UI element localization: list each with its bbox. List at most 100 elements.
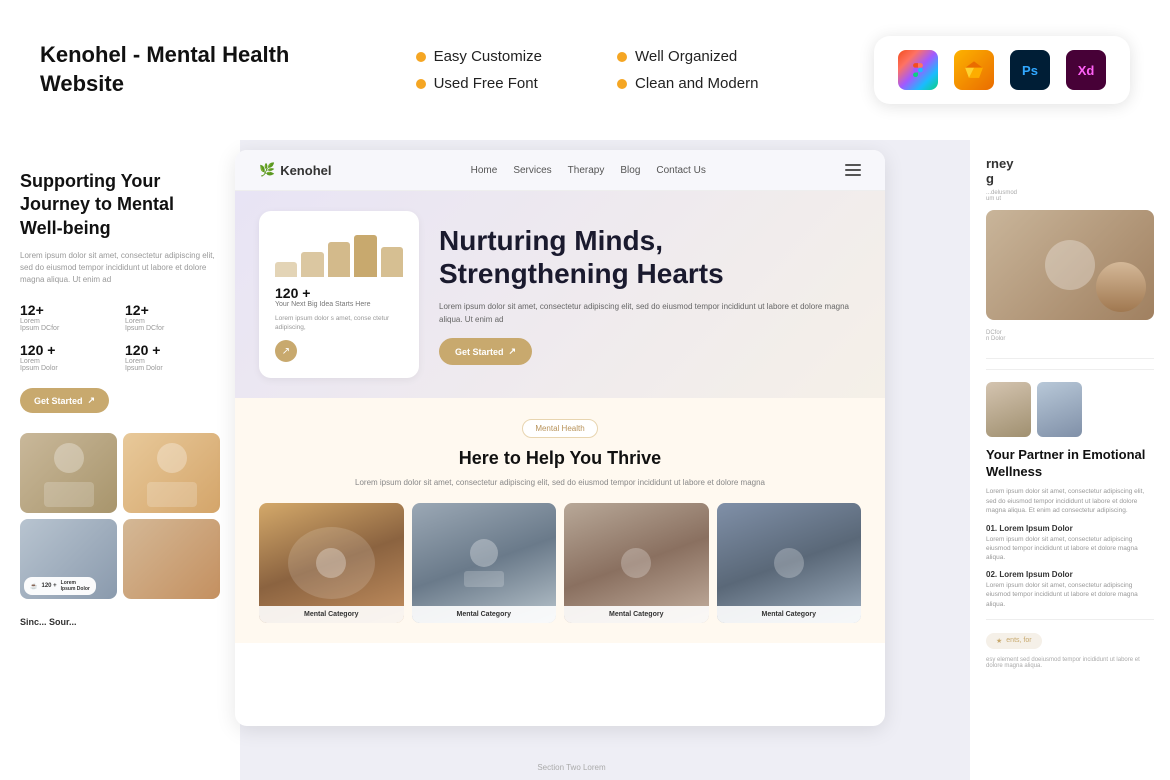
stat-num-2: 12+	[125, 302, 220, 318]
right-section-one: rneyg ...delusmodum ut DCforn Dolor	[986, 156, 1154, 342]
stat-label-4: LoremIpsum Dolor	[125, 358, 220, 372]
nav-home[interactable]: Home	[471, 165, 498, 176]
left-image-3: ☕ 120 + LoremIpsum Dolor	[20, 519, 117, 599]
right-section-two: Your Partner in Emotional Wellness Lorem…	[986, 369, 1154, 609]
badge-label: LoremIpsum Dolor	[61, 580, 90, 592]
right-partial-text: rneyg	[986, 156, 1154, 186]
feature-dot-4	[617, 79, 627, 89]
mental-text: Lorem ipsum dolor sit amet, consectetur …	[259, 477, 861, 489]
hamburger-menu[interactable]	[845, 164, 861, 176]
bar-chart	[275, 227, 403, 277]
feature-label-3: Well Organized	[635, 48, 737, 65]
bar-3	[328, 242, 350, 277]
right-section-three: ★ ents, for esy element sed doeiusmod te…	[986, 630, 1154, 669]
nav-contact[interactable]: Contact Us	[656, 165, 705, 176]
nav-services[interactable]: Services	[513, 165, 551, 176]
stat-item-3: 120 + LoremIpsum Dolor	[20, 342, 115, 372]
pill-dot: ★	[996, 637, 1002, 645]
mental-card-bg-2	[412, 503, 557, 623]
mental-card-bg-3	[564, 503, 709, 623]
site-navbar: 🌿 Kenohel Home Services Therapy Blog Con…	[235, 150, 885, 191]
get-started-label: Get Started	[455, 347, 504, 357]
stat-item-4: 120 + LoremIpsum Dolor	[125, 342, 220, 372]
mental-card-label-3: Mental Category	[564, 606, 709, 623]
left-panel-text: Lorem ipsum dolor sit amet, consectetur …	[20, 250, 220, 286]
mental-card-bg-1	[259, 503, 404, 623]
right-divider-1	[986, 358, 1154, 359]
feature-label-1: Easy Customize	[434, 48, 542, 65]
hamburger-line-3	[845, 174, 861, 176]
hamburger-line-1	[845, 164, 861, 166]
right-partial-subtext: ...delusmodum ut	[986, 190, 1154, 202]
logo-icon: 🌿	[259, 162, 275, 178]
mental-card-label-2: Mental Category	[412, 606, 557, 623]
hero-card-arrow[interactable]: ↗	[275, 340, 297, 362]
mental-card-3: Mental Category	[564, 503, 709, 623]
mental-card-1: Mental Category	[259, 503, 404, 623]
right-section-small-text: esy element sed doeiusmod tempor incidid…	[986, 657, 1154, 669]
nav-blog[interactable]: Blog	[620, 165, 640, 176]
left-image-4	[123, 519, 220, 599]
right-list-item-1: 01. Lorem Ipsum Dolor Lorem ipsum dolor …	[986, 524, 1154, 562]
right-section-body: Lorem ipsum dolor sit amet, consectetur …	[986, 487, 1154, 516]
feature-dot-1	[416, 52, 426, 62]
stat-num-4: 120 +	[125, 342, 220, 358]
human-figure-2	[1037, 382, 1082, 437]
human-figures	[986, 382, 1154, 437]
human-figure-1	[986, 382, 1031, 437]
features-list: Easy Customize Well Organized Used Free …	[416, 48, 759, 92]
right-list-num-1: 01. Lorem Ipsum Dolor	[986, 524, 1154, 533]
feature-label-4: Clean and Modern	[635, 75, 758, 92]
arrow-icon: ↗	[509, 346, 517, 357]
hero-section: 120 + Your Next Big Idea Starts Here Lor…	[235, 191, 885, 398]
get-started-button-left[interactable]: Get Started ↗	[20, 388, 109, 413]
feature-dot-2	[416, 79, 426, 89]
mental-heading: Here to Help You Thrive	[259, 448, 861, 469]
left-panel: Supporting Your Journey to Mental Well-b…	[0, 140, 240, 780]
right-list-num-2: 02. Lorem Ipsum Dolor	[986, 570, 1154, 579]
feature-label-2: Used Free Font	[434, 75, 538, 92]
feature-item-1: Easy Customize	[416, 48, 557, 65]
right-divider-2	[986, 619, 1154, 620]
mental-card-bg-4	[717, 503, 862, 623]
left-panel-title: Supporting Your Journey to Mental Well-b…	[20, 170, 220, 240]
left-image-2	[123, 433, 220, 513]
tools-badge: Ps Xd	[874, 36, 1130, 104]
feature-dot-3	[617, 52, 627, 62]
mental-card-label-1: Mental Category	[259, 606, 404, 623]
stat-label-2: LoremIpsum DCfor	[125, 318, 220, 332]
right-small-stats: DCforn Dolor	[986, 330, 1154, 342]
figma-icon[interactable]	[898, 50, 938, 90]
bar-5	[381, 247, 403, 277]
hero-card-num: 120 +	[275, 285, 403, 301]
main-area: Supporting Your Journey to Mental Well-b…	[0, 140, 1170, 780]
feature-item-4: Clean and Modern	[617, 75, 758, 92]
product-title: Kenohel - Mental Health Website	[40, 41, 300, 98]
feature-item-2: Used Free Font	[416, 75, 557, 92]
stat-label-1: LoremIpsum DCfor	[20, 318, 115, 332]
nav-therapy[interactable]: Therapy	[568, 165, 605, 176]
mental-badge: Mental Health	[522, 419, 597, 438]
top-bar: Kenohel - Mental Health Website Easy Cus…	[0, 0, 1170, 140]
mental-card-4: Mental Category	[717, 503, 862, 623]
photoshop-icon[interactable]: Ps	[1010, 50, 1050, 90]
get-started-button[interactable]: Get Started ↗	[439, 338, 532, 365]
hero-card-text: Lorem ipsum dolor s amet, conse ctetur a…	[275, 314, 403, 332]
sketch-icon[interactable]	[954, 50, 994, 90]
left-images-grid: ☕ 120 + LoremIpsum Dolor	[20, 433, 220, 599]
mental-health-section: Mental Health Here to Help You Thrive Lo…	[235, 398, 885, 643]
xd-icon[interactable]: Xd	[1066, 50, 1106, 90]
mental-card-2: Mental Category	[412, 503, 557, 623]
hamburger-line-2	[845, 169, 861, 171]
bar-2	[301, 252, 323, 277]
right-pill: ★ ents, for	[986, 633, 1042, 649]
hero-stat-card: 120 + Your Next Big Idea Starts Here Lor…	[259, 211, 419, 378]
right-list-text-2: Lorem ipsum dolor sit amet, consectetur …	[986, 581, 1154, 608]
right-main-image	[986, 210, 1154, 320]
left-image-1	[20, 433, 117, 513]
badge-icon: ☕	[30, 583, 37, 590]
site-logo: 🌿 Kenohel	[259, 162, 331, 178]
get-started-label-left: Get Started	[34, 396, 83, 406]
right-panel: rneyg ...delusmodum ut DCforn Dolor Your…	[970, 140, 1170, 780]
hero-content: Nurturing Minds,Strengthening Hearts Lor…	[439, 224, 861, 366]
